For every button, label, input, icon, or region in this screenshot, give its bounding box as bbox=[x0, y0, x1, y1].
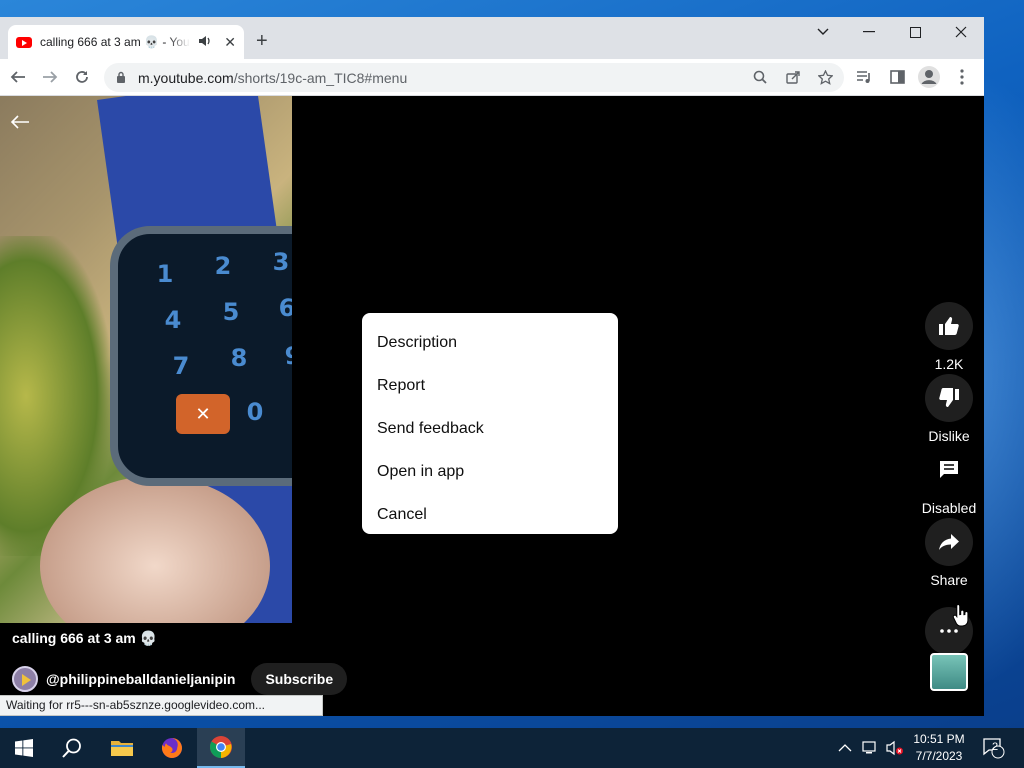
shorts-video[interactable]: 1 2 3 4 5 6 7 8 9 ✕ 0 bbox=[0, 96, 292, 623]
sound-thumbnail[interactable] bbox=[930, 653, 968, 691]
menu-item-report[interactable]: Report bbox=[362, 364, 618, 407]
channel-avatar[interactable] bbox=[12, 666, 38, 692]
menu-item-cancel[interactable]: Cancel bbox=[362, 493, 618, 536]
window-close-icon[interactable] bbox=[938, 17, 984, 47]
youtube-favicon-icon bbox=[16, 36, 32, 48]
menu-item-send-feedback[interactable]: Send feedback bbox=[362, 407, 618, 450]
keypad-key: 6 bbox=[278, 294, 292, 322]
tab-search-icon[interactable] bbox=[800, 17, 846, 47]
back-arrow-icon[interactable] bbox=[10, 110, 30, 136]
network-icon[interactable] bbox=[862, 728, 880, 768]
options-menu: Description Report Send feedback Open in… bbox=[362, 313, 618, 534]
keypad-delete-key: ✕ bbox=[176, 394, 230, 434]
back-icon[interactable] bbox=[6, 65, 30, 89]
like-button[interactable] bbox=[925, 302, 973, 350]
menu-item-description[interactable]: Description bbox=[362, 321, 618, 364]
keypad-key: 8 bbox=[230, 344, 248, 372]
notification-count: 2 bbox=[992, 741, 999, 753]
share-action: Share bbox=[918, 518, 980, 588]
like-action: 1.2K bbox=[918, 302, 980, 372]
tab-strip: calling 666 at 3 am 💀 - YouTube ✕ + bbox=[0, 17, 984, 59]
clock-date: 7/7/2023 bbox=[915, 749, 963, 763]
zoom-search-icon[interactable] bbox=[750, 67, 770, 87]
action-center-button[interactable]: 2 bbox=[982, 728, 1006, 768]
chrome-button[interactable] bbox=[197, 728, 245, 768]
status-bar: Waiting for rr5---sn-ab5sznze.googlevide… bbox=[0, 695, 323, 716]
hand-cursor-icon bbox=[952, 603, 969, 627]
tab-close-icon[interactable]: ✕ bbox=[224, 34, 236, 51]
windows-logo-icon bbox=[15, 739, 33, 757]
comment-icon bbox=[940, 461, 958, 478]
profile-avatar-icon[interactable] bbox=[917, 65, 941, 89]
dislike-label: Dislike bbox=[928, 428, 970, 444]
folder-icon bbox=[111, 741, 133, 756]
firefox-button[interactable] bbox=[148, 728, 196, 768]
url-host: m.youtube.com bbox=[138, 70, 234, 86]
lock-icon[interactable] bbox=[116, 71, 126, 83]
keypad-key: 3 bbox=[272, 248, 290, 276]
subscribe-button[interactable]: Subscribe bbox=[251, 663, 348, 695]
share-page-icon[interactable] bbox=[783, 67, 803, 87]
share-label: Share bbox=[930, 572, 968, 588]
more-action bbox=[918, 607, 980, 655]
url-path: /shorts/19c-am_TIC8#menu bbox=[233, 70, 408, 86]
channel-name[interactable]: @philippineballdanieljanipin bbox=[46, 671, 235, 687]
dislike-action: Dislike bbox=[918, 374, 980, 444]
start-button[interactable] bbox=[0, 728, 48, 768]
search-icon bbox=[62, 738, 81, 758]
keypad-key: 4 bbox=[164, 306, 182, 334]
share-button[interactable] bbox=[925, 518, 973, 566]
like-count: 1.2K bbox=[934, 356, 964, 372]
new-tab-icon[interactable]: + bbox=[256, 31, 268, 51]
taskbar: 10:51 PM 7/7/2023 2 bbox=[0, 728, 1024, 768]
share-arrow-icon bbox=[939, 534, 959, 550]
menu-item-open-in-app[interactable]: Open in app bbox=[362, 450, 618, 493]
thumbs-up-icon bbox=[939, 317, 959, 335]
minimize-icon[interactable] bbox=[846, 17, 892, 47]
browser-window: calling 666 at 3 am 💀 - YouTube ✕ + bbox=[0, 17, 984, 716]
keypad-key: 2 bbox=[214, 252, 232, 280]
maximize-icon[interactable] bbox=[892, 17, 938, 47]
comments-button[interactable] bbox=[925, 446, 973, 494]
browser-toolbar: m.youtube.com/shorts/19c-am_TIC8#menu bbox=[0, 59, 984, 96]
reload-icon[interactable] bbox=[70, 65, 94, 89]
media-control-icon[interactable] bbox=[852, 65, 876, 89]
tray-chevron-icon[interactable] bbox=[838, 728, 852, 768]
taskbar-clock[interactable]: 10:51 PM 7/7/2023 bbox=[906, 731, 972, 765]
thumbs-down-icon bbox=[939, 388, 959, 407]
forward-icon[interactable] bbox=[38, 65, 62, 89]
dislike-button[interactable] bbox=[925, 374, 973, 422]
watch-face: 1 2 3 4 5 6 7 8 9 ✕ 0 bbox=[110, 226, 292, 486]
shorts-page: 1 2 3 4 5 6 7 8 9 ✕ 0 calling 666 at 3 a… bbox=[0, 96, 984, 716]
file-explorer-button[interactable] bbox=[98, 728, 146, 768]
speaker-icon[interactable] bbox=[198, 35, 212, 50]
clock-time: 10:51 PM bbox=[913, 732, 965, 746]
chrome-icon bbox=[210, 736, 232, 758]
search-button[interactable] bbox=[48, 728, 96, 768]
keypad-key: 9 bbox=[280, 342, 292, 370]
firefox-icon bbox=[161, 738, 182, 758]
volume-muted-icon[interactable] bbox=[886, 728, 904, 768]
comments-action: Disabled bbox=[918, 446, 980, 516]
keypad-key: 5 bbox=[222, 298, 240, 326]
channel-row: @philippineballdanieljanipin Subscribe bbox=[12, 663, 348, 695]
browser-tab-active[interactable]: calling 666 at 3 am 💀 - YouTube ✕ bbox=[8, 25, 244, 59]
keypad-key: 7 bbox=[172, 352, 190, 380]
bookmark-star-icon[interactable] bbox=[815, 67, 835, 87]
side-panel-icon[interactable] bbox=[885, 65, 909, 89]
browser-menu-icon[interactable] bbox=[950, 65, 974, 89]
tab-title: calling 666 at 3 am 💀 - YouTube bbox=[40, 35, 190, 49]
keypad-key: 1 bbox=[156, 260, 174, 288]
address-bar[interactable]: m.youtube.com/shorts/19c-am_TIC8#menu bbox=[104, 63, 844, 92]
short-title: calling 666 at 3 am 💀 bbox=[12, 630, 158, 646]
more-horizontal-icon bbox=[940, 629, 958, 633]
keypad-key: 0 bbox=[246, 398, 264, 426]
url-text: m.youtube.com/shorts/19c-am_TIC8#menu bbox=[138, 70, 407, 86]
comments-disabled-label: Disabled bbox=[921, 500, 977, 516]
